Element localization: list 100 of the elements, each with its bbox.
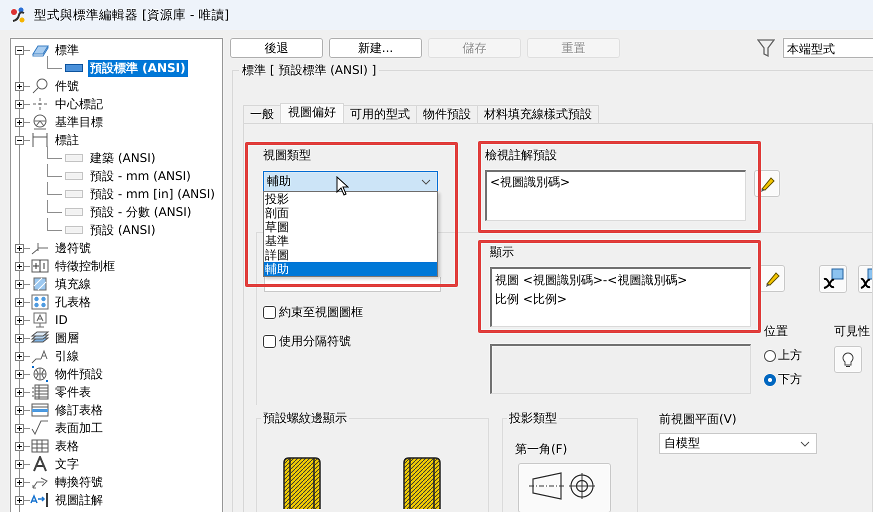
expander-icon[interactable] (15, 244, 24, 252)
edit-button[interactable] (759, 265, 785, 292)
tree-item[interactable]: 表格 (53, 438, 81, 454)
variable-box-icon (860, 267, 872, 291)
field-label: 顯示 (490, 244, 515, 261)
display-line: 比例 <比例> (495, 291, 568, 308)
front-plane-dropdown[interactable]: 自模型 (659, 433, 817, 454)
expander-icon[interactable] (15, 442, 24, 450)
group-title: 標準 [ 預設標準 (ANSI) ] (239, 64, 380, 77)
tab[interactable]: 一般 (243, 105, 281, 123)
list-option[interactable]: 剖面 (264, 206, 437, 220)
expander-icon[interactable] (15, 370, 24, 378)
tree-item[interactable]: 物件預設 (53, 366, 105, 382)
expander-icon[interactable] (15, 262, 24, 270)
tree-item[interactable]: 預設標準 (ANSI) (88, 60, 188, 76)
tab[interactable]: 可用的型式 (343, 105, 417, 123)
tree-item[interactable]: 預設 - mm (ANSI) (88, 168, 193, 184)
tree-item[interactable]: 件號 (53, 78, 81, 94)
expander-icon[interactable] (15, 280, 24, 288)
tree-item[interactable]: 文字 (53, 456, 81, 472)
field-label: 視圖類型 (263, 147, 312, 164)
tree-item[interactable]: 孔表格 (53, 294, 93, 310)
tree-item[interactable]: 特徵控制框 (53, 258, 117, 274)
style-icon (65, 207, 83, 217)
checkbox[interactable] (263, 335, 276, 348)
hole-icon (30, 294, 50, 310)
expander-icon[interactable] (15, 334, 24, 342)
tree-item[interactable]: 標註 (53, 132, 81, 148)
checkbox[interactable] (263, 306, 276, 319)
style-icon (65, 171, 83, 181)
filter-dropdown[interactable]: 本端型式 (783, 38, 873, 58)
expander-icon[interactable] (15, 136, 24, 144)
tree-item[interactable]: 標準 (53, 42, 81, 58)
tab[interactable]: 視圖偏好 (280, 103, 344, 123)
expander-icon[interactable] (15, 352, 24, 360)
leader-icon (30, 348, 50, 364)
group-title: 投影類型 (507, 412, 559, 425)
display-line: 視圖 <視圖識別碼>-<視圖識別碼> (495, 272, 688, 289)
expander-icon[interactable] (15, 118, 24, 126)
tree-item[interactable]: 零件表 (53, 384, 93, 400)
tree-item[interactable]: 引線 (53, 348, 81, 364)
expander-icon[interactable] (15, 496, 24, 504)
style-icon (65, 225, 83, 235)
text-icon (30, 456, 50, 472)
superscript-button[interactable] (819, 265, 847, 293)
light-bulb-icon (842, 352, 854, 368)
expander-icon[interactable] (15, 388, 24, 396)
expander-icon[interactable] (15, 478, 24, 486)
tab[interactable]: 材料填充線樣式預設 (477, 105, 599, 123)
style-icon (65, 63, 83, 73)
subscript-button[interactable] (858, 265, 872, 293)
list-option[interactable]: 草圖 (264, 220, 437, 234)
expander-icon[interactable] (15, 100, 24, 108)
filter-icon[interactable] (757, 38, 775, 58)
tree-item[interactable]: 基準目標 (53, 114, 105, 130)
radio-button[interactable] (764, 374, 776, 386)
list-option[interactable]: 詳圖 (264, 248, 437, 262)
tree-item[interactable]: 修訂表格 (53, 402, 105, 418)
tree-item[interactable]: 建築 (ANSI) (88, 150, 158, 166)
tree-item[interactable]: 視圖註解 (53, 492, 105, 508)
radio-label: 上方 (778, 347, 802, 364)
expander-icon[interactable] (15, 406, 24, 414)
field-label: 檢視註解預設 (485, 147, 558, 164)
expander-icon[interactable] (15, 82, 24, 90)
tree-item[interactable]: 預設 - mm [in] (ANSI) (88, 186, 217, 202)
tab[interactable]: 物件預設 (416, 105, 478, 123)
expander-icon[interactable] (15, 298, 24, 306)
view-type-dropdown[interactable]: 輔助 (263, 171, 438, 192)
group-title: 預設螺紋邊顯示 (261, 412, 349, 425)
tree-item[interactable]: 中心標記 (53, 96, 105, 112)
expander-icon[interactable] (15, 424, 24, 432)
style-icon (65, 153, 83, 163)
field-label: 位置 (764, 323, 789, 340)
field-label: 前視圖平面(V) (659, 411, 738, 428)
list-option[interactable]: 投影 (264, 192, 437, 206)
list-option[interactable]: 輔助 (264, 262, 437, 276)
chevron-down-icon (800, 440, 810, 446)
tree-item[interactable]: 表面加工 (53, 420, 105, 436)
radio-label: 下方 (778, 371, 802, 388)
toolbar-button[interactable]: 新建... (329, 38, 422, 58)
first-angle-button[interactable] (518, 463, 611, 512)
tree-item[interactable]: 邊符號 (53, 240, 93, 256)
expander-icon[interactable] (15, 460, 24, 468)
list-option[interactable]: 基準 (264, 234, 437, 248)
tree-item[interactable]: 填充線 (53, 276, 93, 292)
dimension-icon (30, 132, 50, 148)
field-label: 可見性 (834, 323, 870, 340)
expander-icon[interactable] (15, 316, 24, 324)
tree-item[interactable]: 轉換符號 (53, 474, 105, 490)
tree-item[interactable]: 預設 - 分數 (ANSI) (88, 204, 194, 220)
display-text-area[interactable]: 視圖 <視圖識別碼>-<視圖識別碼> 比例 <比例> (490, 267, 751, 327)
tree-item[interactable]: ID (53, 313, 70, 327)
toolbar-button[interactable]: 後退 (230, 38, 323, 58)
radio-button[interactable] (764, 350, 776, 362)
visibility-button[interactable] (834, 346, 862, 373)
tree-item[interactable]: 預設 (ANSI) (88, 222, 158, 238)
expander-icon[interactable] (15, 46, 24, 54)
annotation-text-area[interactable]: <視圖識別碼> (485, 170, 746, 221)
tree-item[interactable]: 圖層 (53, 330, 81, 346)
checkbox-label: 使用分隔符號 (279, 333, 351, 350)
